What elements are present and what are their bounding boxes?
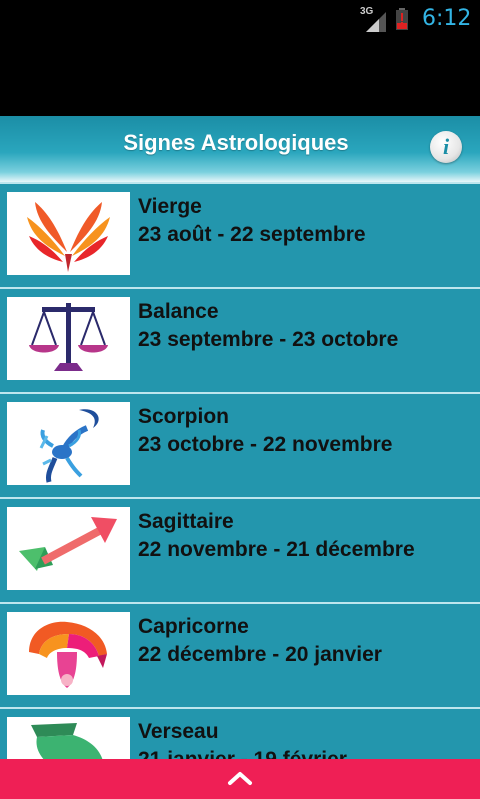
virgo-wings-icon [7, 192, 130, 275]
sign-name: Scorpion [138, 405, 230, 428]
capricorn-goat-icon [7, 612, 130, 695]
list-item-balance[interactable]: Balance 23 septembre - 23 octobre [0, 287, 480, 392]
app-bar: Signes Astrologiques [0, 116, 480, 182]
sign-dates: 23 août - 22 septembre [138, 223, 366, 246]
scroll-to-top-bar[interactable] [0, 759, 480, 799]
sign-dates: 23 septembre - 23 octobre [138, 328, 399, 351]
top-spacer [0, 38, 480, 116]
list-item-capricorne[interactable]: Capricorne 22 décembre - 20 janvier [0, 602, 480, 707]
battery-low-icon [396, 8, 408, 30]
aquarius-vase-icon [7, 717, 130, 759]
scorpion-icon [7, 402, 130, 485]
list-item-scorpion[interactable]: Scorpion 23 octobre - 22 novembre [0, 392, 480, 497]
status-bar: 3G 6:12 [0, 0, 480, 38]
sign-dates: 21 janvier - 19 février [138, 748, 347, 759]
libra-scales-icon [7, 297, 130, 380]
sign-dates: 23 octobre - 22 novembre [138, 433, 393, 456]
clock: 6:12 [422, 6, 472, 31]
info-button[interactable]: i [430, 131, 462, 163]
signal-icon [366, 12, 386, 32]
sign-name: Balance [138, 300, 219, 323]
list-item-vierge[interactable]: Vierge 23 août - 22 septembre [0, 182, 480, 287]
signs-list: Vierge 23 août - 22 septembre Balance 23… [0, 182, 480, 759]
sign-dates: 22 décembre - 20 janvier [138, 643, 382, 666]
chevron-up-icon [228, 772, 252, 785]
sign-name: Verseau [138, 720, 219, 743]
page-title: Signes Astrologiques [123, 130, 349, 155]
sign-name: Vierge [138, 195, 202, 218]
sagittarius-arrow-icon [7, 507, 130, 590]
sign-name: Capricorne [138, 615, 249, 638]
sign-name: Sagittaire [138, 510, 234, 533]
sign-dates: 22 novembre - 21 décembre [138, 538, 415, 561]
list-item-sagittaire[interactable]: Sagittaire 22 novembre - 21 décembre [0, 497, 480, 602]
list-item-verseau[interactable]: Verseau 21 janvier - 19 février [0, 707, 480, 759]
